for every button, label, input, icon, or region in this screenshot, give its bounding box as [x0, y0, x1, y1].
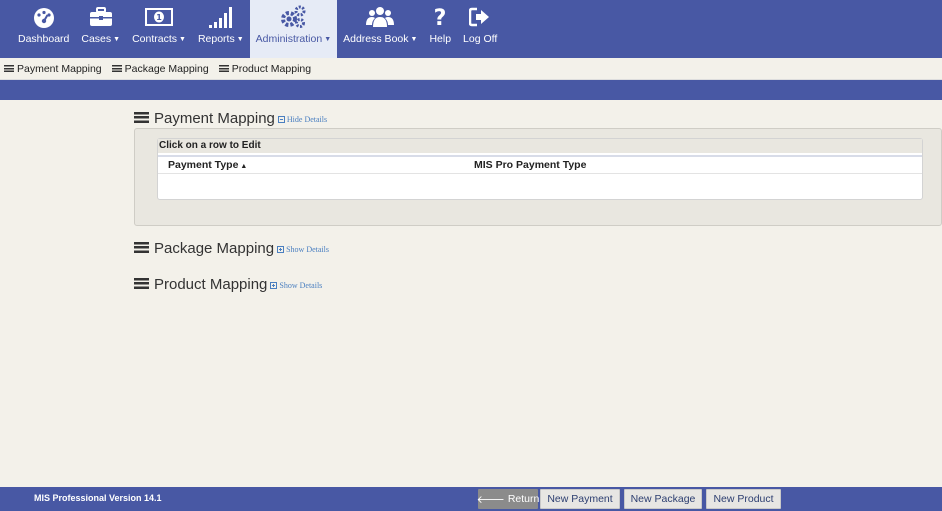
- list-bars-icon: [134, 242, 149, 253]
- list-bars-icon: [218, 65, 229, 72]
- nav-label: Administration: [255, 33, 323, 45]
- return-button[interactable]: 🡐 Return: [476, 489, 540, 509]
- column-header-mis-pro-payment-type[interactable]: MIS Pro Payment Type: [474, 159, 586, 171]
- nav-label: Address Book: [343, 33, 409, 45]
- subnav-payment-mapping[interactable]: Payment Mapping: [4, 63, 102, 75]
- nav-label: Contracts: [132, 33, 178, 45]
- grid-caption: Click on a row to Edit: [158, 139, 922, 153]
- sign-out-icon: [469, 4, 491, 30]
- sub-navigation: Payment Mapping Package Mapping Product …: [0, 58, 942, 80]
- toggle-label: Show Details: [279, 281, 323, 290]
- nav-log-off[interactable]: Log Off: [457, 0, 503, 58]
- section-heading: Package Mapping: [154, 240, 275, 257]
- column-label: Payment Type: [168, 159, 239, 171]
- nav-administration[interactable]: Administration ▼: [249, 0, 338, 58]
- new-product-button[interactable]: New Product: [706, 489, 781, 509]
- dashboard-gauge-icon: [32, 4, 56, 30]
- list-bars-icon: [134, 112, 149, 123]
- nav-dashboard[interactable]: Dashboard: [12, 0, 75, 58]
- caret-down-icon: ▼: [410, 35, 418, 43]
- question-icon: ?: [432, 4, 448, 30]
- payment-mapping-title: Payment Mapping Hide Details: [134, 110, 327, 127]
- nav-help[interactable]: ? Help: [423, 0, 457, 58]
- product-mapping-title: Product Mapping Show Details: [134, 276, 322, 293]
- subnav-label: Payment Mapping: [17, 62, 102, 75]
- new-package-button[interactable]: New Package: [624, 489, 702, 509]
- list-bars-icon: [4, 65, 14, 72]
- version-text: MIS Professional Version 14.1: [34, 493, 162, 503]
- expand-icon: [277, 246, 285, 253]
- column-label: MIS Pro Payment Type: [474, 159, 587, 171]
- subnav-label: Package Mapping: [124, 62, 209, 75]
- nav-label: Reports: [197, 33, 235, 45]
- list-bars-icon: [134, 278, 149, 289]
- svg-text:1: 1: [156, 13, 162, 22]
- nav-label: Log Off: [463, 33, 498, 45]
- subnav-product-mapping[interactable]: Product Mapping: [218, 62, 312, 75]
- show-details-link[interactable]: Show Details: [277, 245, 329, 254]
- nav-address-book[interactable]: Address Book ▼: [337, 0, 423, 58]
- subnav-package-mapping[interactable]: Package Mapping: [111, 62, 209, 75]
- new-payment-button[interactable]: New Payment: [540, 489, 620, 509]
- column-header-payment-type[interactable]: Payment Type ▲: [158, 159, 474, 171]
- header-band: [0, 80, 942, 100]
- hide-details-link[interactable]: Hide Details: [277, 115, 328, 124]
- expand-icon: [270, 282, 278, 289]
- button-label: Return: [507, 493, 540, 505]
- list-bars-icon: [111, 65, 122, 72]
- grid-header-row: Payment Type ▲ MIS Pro Payment Type: [158, 155, 922, 174]
- toggle-label: Hide Details: [286, 115, 328, 124]
- subnav-label: Product Mapping: [231, 62, 312, 75]
- collapse-icon: [277, 116, 285, 123]
- money-icon: 1: [145, 4, 174, 30]
- caret-down-icon: ▼: [179, 35, 186, 43]
- nav-label: Dashboard: [18, 33, 70, 45]
- nav-contracts[interactable]: 1 Contracts ▼: [126, 0, 192, 58]
- gears-icon: [279, 4, 307, 30]
- section-heading: Product Mapping: [154, 276, 268, 293]
- svg-text:?: ?: [434, 6, 447, 28]
- sort-ascending-icon: ▲: [240, 163, 248, 170]
- nav-reports[interactable]: Reports ▼: [192, 0, 250, 58]
- nav-label: Help: [429, 33, 452, 45]
- show-details-link[interactable]: Show Details: [270, 281, 322, 290]
- caret-down-icon: ▼: [236, 35, 244, 43]
- package-mapping-title: Package Mapping Show Details: [134, 240, 329, 257]
- briefcase-icon: [89, 4, 113, 30]
- caret-down-icon: ▼: [113, 35, 121, 43]
- caret-down-icon: ▼: [324, 35, 332, 43]
- payment-mapping-panel: Click on a row to Edit Payment Type ▲ MIS…: [134, 128, 942, 226]
- footer-bar: MIS Professional Version 14.1 🡐 Return Ne…: [0, 487, 942, 511]
- top-navigation: Dashboard Cases ▼ 1 Contracts ▼ Reports ▼ A…: [0, 0, 942, 58]
- nav-cases[interactable]: Cases ▼: [75, 0, 126, 58]
- bar-chart-icon: [208, 4, 234, 30]
- users-icon: [366, 4, 395, 30]
- nav-label: Cases: [81, 33, 112, 45]
- section-heading: Payment Mapping: [154, 110, 275, 127]
- arrow-left-icon: 🡐: [476, 493, 505, 506]
- payment-grid: Click on a row to Edit Payment Type ▲ MIS…: [157, 138, 923, 200]
- toggle-label: Show Details: [286, 245, 329, 254]
